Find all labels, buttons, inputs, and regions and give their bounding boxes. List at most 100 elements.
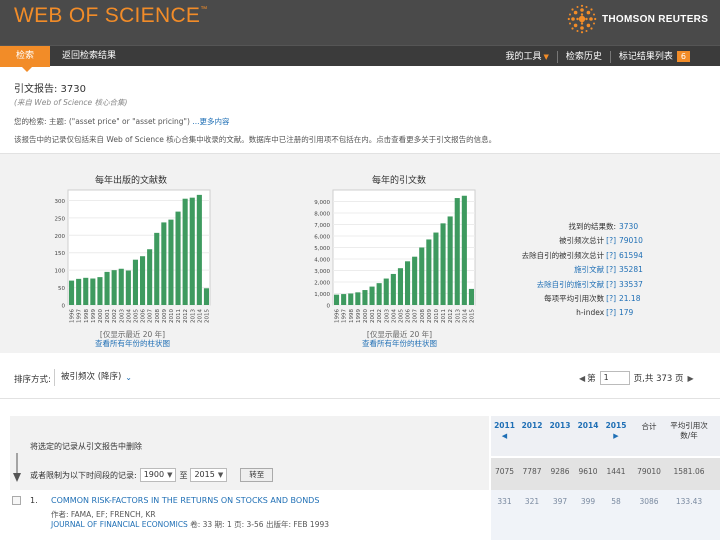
query-line: 您的检索: 主题: ("asset price" or "asset prici… [14,117,230,126]
y-tick-label: 9,000 [314,200,330,206]
year-col-2013[interactable]: 2013 [546,421,574,430]
bar-1998 [348,293,354,305]
search-history-link[interactable]: 检索历史 [556,50,610,63]
bar-2005 [132,259,138,305]
marked-list-link[interactable]: 标记结果列表 6 [609,50,698,63]
stat-h-index: h-index [?] 179 [520,306,653,320]
nav-right-group: 我的工具 ▼ 检索历史 标记结果列表 6 [497,46,698,67]
x-tick-label: 1997 [77,309,83,323]
bar-1996 [334,294,340,305]
y-tick-label: 7,000 [314,223,330,229]
help-icon[interactable]: [?] [606,292,616,306]
bar-2007 [412,256,418,305]
x-tick-label: 2007 [148,309,154,323]
chevron-down-icon: ▼ [167,471,173,479]
x-tick-label: 1999 [91,309,97,323]
journal-link[interactable]: JOURNAL OF FINANCIAL ECONOMICS [51,520,188,529]
chevron-down-icon: ▼ [217,471,224,479]
x-tick-label: 2005 [398,309,404,323]
bar-1999 [355,292,361,305]
chevron-down-icon: ▼ [543,52,549,61]
thomson-reuters-logo: THOMSON REUTERS [567,4,708,34]
citations-chart-link[interactable]: [仅显示最近 20 年] 查看所有年份的柱状图 [362,330,437,348]
bar-2015 [203,288,209,305]
stat-times-cited-no-self: 去除自引的被引频次总计 [?] 61594 [520,249,653,263]
stat-citing-articles-no-self[interactable]: 去除自引的施引文献 [?] 33537 [520,278,653,292]
x-tick-label: 2009 [427,309,433,323]
x-tick-label: 2002 [112,309,118,323]
year-col-2012[interactable]: 2012 [518,421,546,430]
range-from-select[interactable]: 1900 ▼ [139,468,177,482]
prev-years-icon: ◀ [501,432,508,440]
x-tick-label: 2015 [204,309,210,323]
x-tick-label: 2006 [406,309,412,323]
y-tick-label: 3,000 [314,269,330,275]
help-icon[interactable]: [?] [606,306,616,320]
result-record: 1. COMMON RISK-FACTORS IN THE RETURNS ON… [10,490,489,540]
y-tick-label: 0 [327,304,331,310]
bar-2012 [182,198,188,305]
y-tick-label: 1,000 [314,292,330,298]
bar-1997 [341,294,347,305]
select-checkbox[interactable] [12,496,21,505]
help-icon[interactable]: [?] [606,263,616,277]
help-icon[interactable]: [?] [606,234,616,248]
range-to-select[interactable]: 2015 ▼ [190,468,228,482]
y-tick-label: 150 [55,251,66,257]
next-page-icon[interactable]: ▶ [688,374,694,383]
bar-2005 [397,268,403,305]
report-header: 引文报告: 3730 (来自 Web of Science 核心合集) 您的检索… [14,80,496,145]
nav-search-tab[interactable]: 检索 [0,46,50,72]
arrow-down-icon [13,453,21,482]
y-tick-label: 5,000 [314,246,330,252]
bar-2015 [468,288,474,305]
bar-2002 [376,283,382,305]
result-title-link[interactable]: COMMON RISK-FACTORS IN THE RETURNS ON ST… [51,496,319,505]
x-tick-label: 2008 [155,309,161,323]
result-number: 1. [30,496,38,505]
thomson-reuters-emblem-icon [567,4,597,34]
year-col-2014[interactable]: 2014 [574,421,602,430]
x-tick-label: 2014 [197,309,203,323]
avg-header: 平均引用次数/年 [670,421,708,440]
bar-2004 [125,270,131,305]
bar-2003 [118,268,124,305]
total-header: 合计 [641,422,657,431]
items-chart-link[interactable]: [仅显示最近 20 年] 查看所有年份的柱状图 [95,330,170,348]
x-tick-label: 1998 [349,309,355,323]
x-tick-label: 2010 [434,309,440,323]
report-subtitle: (来自 Web of Science 核心合集) [14,98,128,107]
citations-per-year-chart: 0 1,000 2,000 3,000 4,000 5,000 6,000 7,000 8,00… [314,189,476,323]
help-icon[interactable]: [?] [606,249,616,263]
bar-2010 [433,232,439,305]
go-button[interactable]: 转至 [240,468,274,482]
year-col-2015[interactable]: 2015 ▶ [602,421,630,440]
result-citation-counts: 331 321 397 399 58 3086 133.43 [491,490,720,540]
bar-2011 [440,223,446,305]
more-query-link[interactable]: ...更多内容 [192,117,229,126]
x-tick-label: 2011 [176,309,182,323]
sort-select[interactable]: 被引频次 (降序) ⌄ [54,369,134,386]
x-tick-label: 2001 [105,309,111,323]
page-number-input[interactable]: 1 [599,371,630,385]
x-tick-label: 2000 [98,309,104,323]
bar-2000 [97,277,103,305]
pagination: ◀ 第 1 页,共 373 页 ▶ [579,371,694,385]
my-tools-menu[interactable]: 我的工具 ▼ [497,51,556,63]
bar-2006 [140,256,146,305]
bar-2001 [369,286,375,305]
wos-logo[interactable]: WEB OF SCIENCE™ [14,4,208,28]
stat-citing-articles[interactable]: 施引文献 [?] 35281 [520,263,653,277]
x-tick-label: 1998 [84,309,90,323]
x-tick-label: 2004 [126,309,132,323]
bar-2002 [111,270,117,305]
y-tick-label: 2,000 [314,281,330,287]
x-tick-label: 2010 [169,309,175,323]
stat-average-citations: 每项平均引用次数 [?] 21.18 [520,292,653,306]
year-col-2011[interactable]: 2011 ◀ [491,421,518,440]
prev-page-icon[interactable]: ◀ [579,374,585,383]
x-tick-label: 2015 [469,309,475,323]
back-to-results-link[interactable]: 返回检索结果 [62,46,116,67]
help-icon[interactable]: [?] [606,278,616,292]
table-row: 1. COMMON RISK-FACTORS IN THE RETURNS ON… [0,490,720,540]
